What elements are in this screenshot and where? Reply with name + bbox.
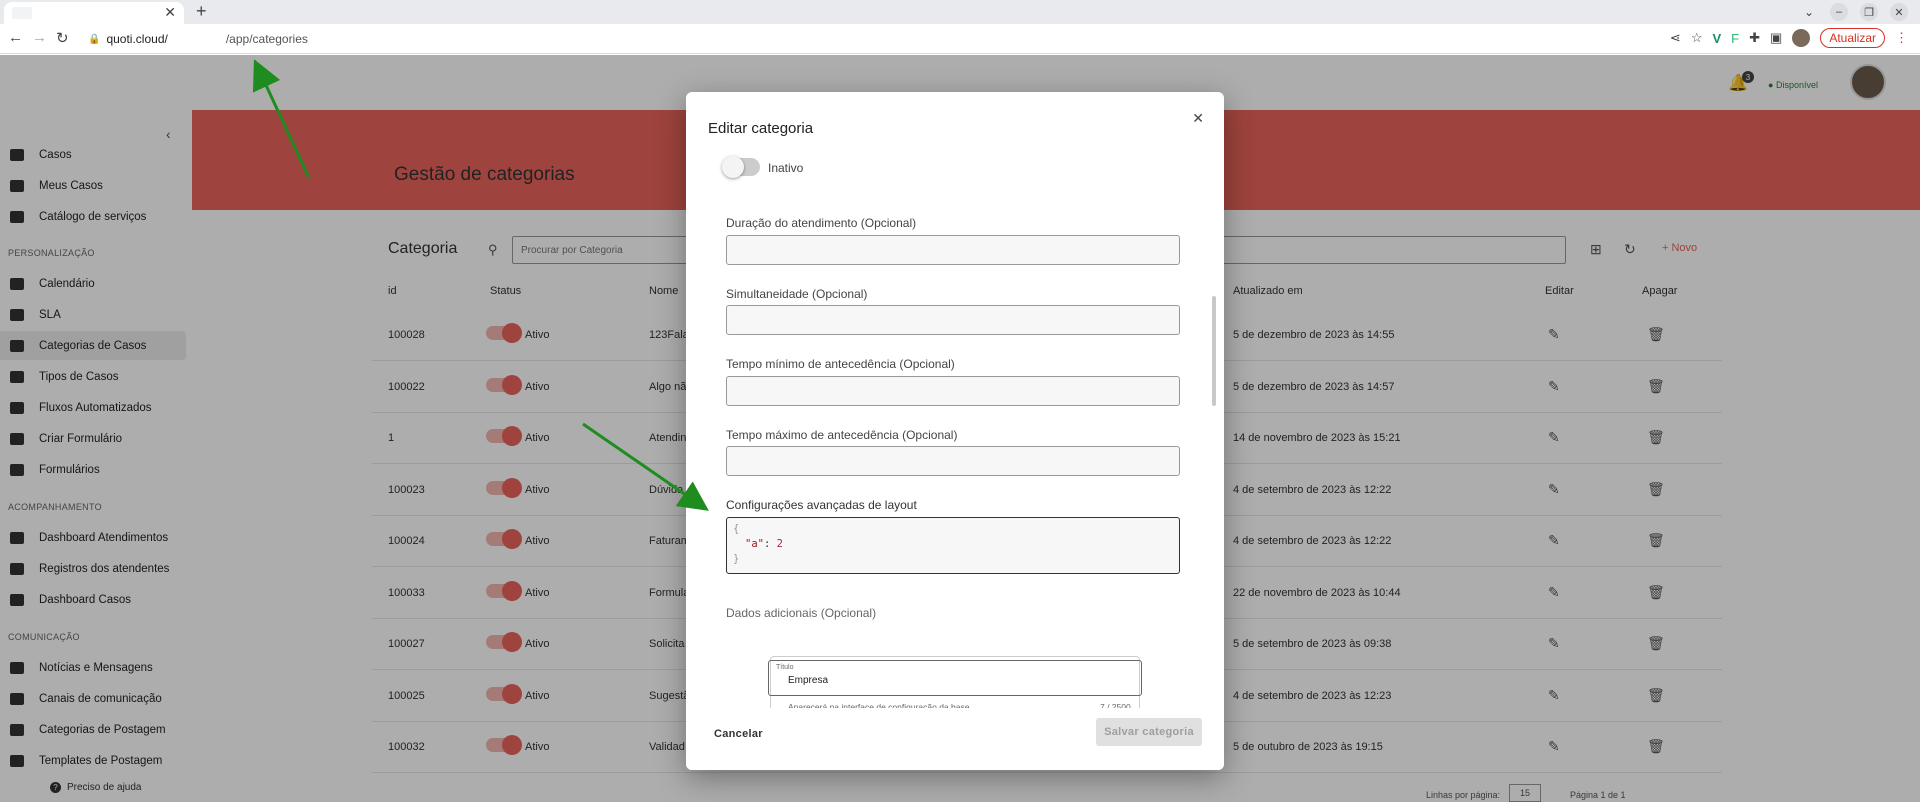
layout-config-label: Configurações avançadas de layout <box>726 498 917 512</box>
minimize-icon[interactable]: – <box>1830 3 1848 21</box>
active-toggle[interactable] <box>722 156 760 178</box>
code-close-brace: } <box>733 553 740 565</box>
save-category-button[interactable]: Salvar categoria <box>1096 718 1202 746</box>
share-icon[interactable]: ⋖ <box>1670 30 1681 46</box>
dialog-footer: Cancelar Salvar categoria <box>686 708 1224 770</box>
close-icon[interactable]: ✕ <box>1192 110 1204 127</box>
dialog-scrollbar[interactable] <box>1212 296 1216 406</box>
tab-close-icon[interactable]: ✕ <box>164 4 176 21</box>
f-extension-icon[interactable]: F <box>1731 31 1739 46</box>
cancel-button[interactable]: Cancelar <box>714 728 763 740</box>
close-window-icon[interactable]: ✕ <box>1890 3 1908 21</box>
browser-tabbar: ✕ + ⌄ – ❐ ✕ <box>0 0 1920 24</box>
tab-favicon-icon <box>12 7 32 19</box>
code-open-brace: { <box>733 523 740 535</box>
forward-icon[interactable]: → <box>32 29 47 46</box>
address-actions: ⋖ ☆ V F ✚ ▣ Atualizar ⋮ <box>1670 28 1908 48</box>
tempo-maximo-label: Tempo máximo de antecedência (Opcional) <box>726 428 958 442</box>
dialog-title: Editar categoria <box>708 120 814 137</box>
vue-extension-icon[interactable]: V <box>1712 31 1721 46</box>
new-tab-icon[interactable]: + <box>196 1 207 22</box>
side-panel-icon[interactable]: ▣ <box>1770 30 1782 46</box>
simultaneidade-label: Simultaneidade (Opcional) <box>726 287 868 301</box>
url-path: /app/categories <box>225 32 308 46</box>
tempo-minimo-input[interactable] <box>726 376 1180 406</box>
title-input-value: Empresa <box>788 675 829 686</box>
lock-icon: 🔒 <box>88 33 101 45</box>
code-value: 2 <box>776 538 783 550</box>
code-key: "a" <box>745 538 764 550</box>
url-host: quoti.cloud/ <box>106 32 168 46</box>
update-button[interactable]: Atualizar <box>1820 28 1885 48</box>
edit-category-dialog: Editar categoria ✕ Inativo Duração do at… <box>686 92 1224 770</box>
layout-config-editor[interactable]: { "a": 2 } <box>726 517 1180 574</box>
window-controls: ⌄ – ❐ ✕ <box>1800 3 1908 21</box>
url-field[interactable]: 🔒 quoti.cloud/ /app/categories <box>88 32 308 46</box>
tempo-maximo-input[interactable] <box>726 446 1180 476</box>
reload-icon[interactable]: ↻ <box>56 29 69 47</box>
address-bar: ← → ↻ 🔒 quoti.cloud/ /app/categories ⋖ ☆… <box>0 24 1920 54</box>
star-icon[interactable]: ☆ <box>1691 30 1703 46</box>
extensions-icon[interactable]: ✚ <box>1749 30 1760 46</box>
duracao-label: Duração do atendimento (Opcional) <box>726 216 917 230</box>
extra-data-label: Dados adicionais (Opcional) <box>726 606 877 620</box>
profile-avatar-icon[interactable] <box>1792 29 1811 47</box>
toggle-knob <box>722 156 744 178</box>
restore-icon[interactable]: ❐ <box>1860 3 1878 21</box>
duracao-input[interactable] <box>726 235 1180 265</box>
active-toggle-label: Inativo <box>768 161 804 175</box>
back-icon[interactable]: ← <box>8 29 23 46</box>
menu-dots-icon[interactable]: ⋮ <box>1895 30 1908 46</box>
simultaneidade-input[interactable] <box>726 305 1180 335</box>
tempo-minimo-label: Tempo mínimo de antecedência (Opcional) <box>726 357 955 371</box>
browser-tab[interactable]: ✕ <box>4 2 184 24</box>
code-colon: : <box>763 538 777 550</box>
title-input-label: Título <box>774 664 796 671</box>
tab-search-icon[interactable]: ⌄ <box>1800 3 1818 21</box>
